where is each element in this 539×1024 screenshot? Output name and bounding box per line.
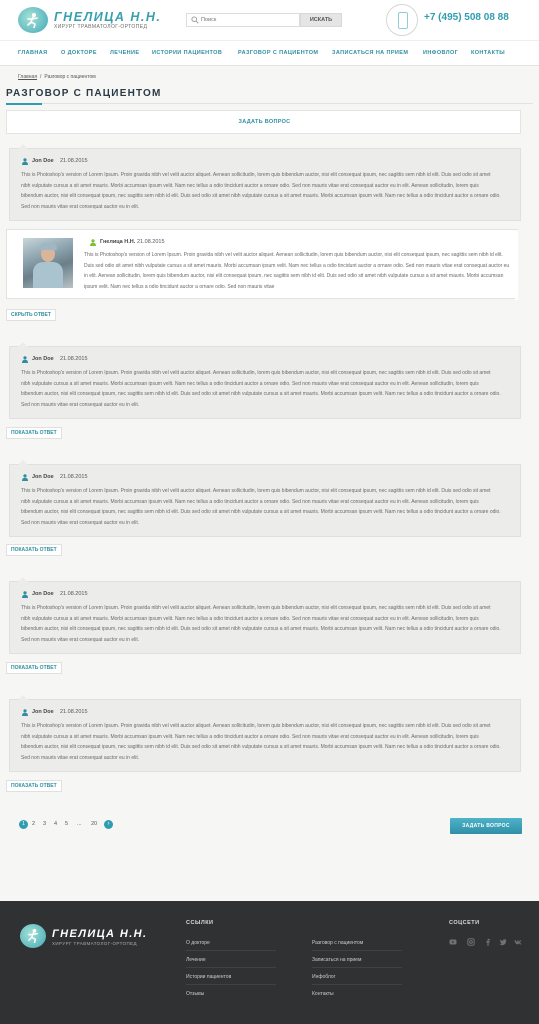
footer-link-treatment[interactable]: Лечение bbox=[186, 957, 206, 963]
brand-tagline: ХИРУРГ ТРАВМАТОЛОГ-ОРТОПЕД bbox=[54, 24, 148, 30]
question-date: 21.08.2015 bbox=[60, 474, 88, 480]
pagination-next-icon[interactable]: › bbox=[104, 820, 113, 829]
user-icon bbox=[22, 158, 28, 165]
footer-link-about[interactable]: О докторе bbox=[186, 940, 210, 946]
question-text: This is Photoshop's version of Lorem Ips… bbox=[21, 488, 501, 526]
nav-item-infoblog[interactable]: ИНФОВЛОГ bbox=[423, 50, 458, 56]
breadcrumb-separator: / bbox=[40, 74, 42, 80]
question-date: 21.08.2015 bbox=[60, 709, 88, 715]
answer-card: Гнелица Н.Н. 21.08.2015 This is Photosho… bbox=[6, 229, 518, 300]
breadcrumb-home-link[interactable]: Главная bbox=[18, 74, 37, 80]
footer-brand-name[interactable]: ГНЕЛИЦА Н.Н. bbox=[52, 928, 147, 940]
phone-icon bbox=[386, 4, 418, 36]
vk-icon[interactable] bbox=[514, 938, 522, 946]
page-title: РАЗГОВОР С ПАЦИЕНТОМ bbox=[6, 88, 162, 99]
hide-answer-button[interactable]: СКРЫТЬ ОТВЕТ bbox=[6, 309, 56, 321]
question-text: This is Photoshop's version of Lorem Ips… bbox=[21, 723, 501, 761]
doctor-photo bbox=[23, 238, 73, 288]
answer-date: 21.08.2015 bbox=[137, 239, 165, 245]
pagination-page[interactable]: 4 bbox=[54, 821, 57, 827]
nav-item-appointment[interactable]: ЗАПИСАТЬСЯ НА ПРИЕМ bbox=[332, 50, 408, 56]
footer-link-contacts[interactable]: Контакты bbox=[312, 991, 334, 997]
question-date: 21.08.2015 bbox=[60, 591, 88, 597]
ask-question-button[interactable]: ЗАДАТЬ ВОПРОС bbox=[450, 818, 522, 834]
footer-link-stories[interactable]: Истории пациентов bbox=[186, 974, 231, 980]
show-answer-button[interactable]: ПОКАЗАТЬ ОТВЕТ bbox=[6, 427, 62, 439]
twitter-icon[interactable] bbox=[499, 938, 507, 946]
footer-link-reviews[interactable]: Отзывы bbox=[186, 991, 204, 997]
runner-figure-icon bbox=[28, 929, 38, 943]
question-text: This is Photoshop's version of Lorem Ips… bbox=[21, 605, 501, 643]
user-icon bbox=[22, 474, 28, 481]
nav-item-home[interactable]: ГЛАВНАЯ bbox=[18, 50, 47, 56]
question-author: Jon Doe bbox=[32, 709, 54, 715]
footer-brand-tagline: ХИРУРГ ТРАВМАТОЛОГ-ОРТОПЕД bbox=[52, 941, 137, 946]
ask-question-bar[interactable]: ЗАДАТЬ ВОПРОС bbox=[6, 110, 521, 134]
nav-item-conversation[interactable]: РАЗГОВОР С ПАЦИЕНТОМ bbox=[238, 50, 318, 56]
nav-item-stories[interactable]: ИСТОРИИ ПАЦИЕНТОВ bbox=[152, 50, 222, 56]
ask-question-bar-label[interactable]: ЗАДАТЬ ВОПРОС bbox=[7, 119, 522, 125]
search-box[interactable] bbox=[186, 13, 300, 27]
footer-logo-icon[interactable] bbox=[20, 924, 46, 948]
footer-link-conversation[interactable]: Разговор с пациентом bbox=[312, 940, 363, 946]
user-icon bbox=[22, 709, 28, 716]
pagination-ellipsis: ... bbox=[77, 821, 82, 827]
logo-icon[interactable] bbox=[18, 7, 48, 33]
question-date: 21.08.2015 bbox=[60, 158, 88, 164]
runner-figure-icon bbox=[27, 13, 38, 28]
youtube-icon[interactable] bbox=[449, 938, 457, 946]
main-nav: ГЛАВНАЯ О ДОКТОРЕ ЛЕЧЕНИЕ ИСТОРИИ ПАЦИЕН… bbox=[0, 40, 539, 66]
footer-social-heading: СОЦСЕТИ bbox=[449, 920, 480, 926]
answer-author: Гнелица Н.Н. bbox=[100, 239, 136, 245]
question-author: Jon Doe bbox=[32, 356, 54, 362]
show-answer-button[interactable]: ПОКАЗАТЬ ОТВЕТ bbox=[6, 544, 62, 556]
site-header: ГНЕЛИЦА Н.Н. ХИРУРГ ТРАВМАТОЛОГ-ОРТОПЕД … bbox=[0, 0, 539, 40]
footer-link-appointment[interactable]: Записаться на прием bbox=[312, 957, 361, 963]
pagination-last[interactable]: 20 bbox=[91, 821, 97, 827]
title-divider bbox=[6, 103, 533, 104]
facebook-icon[interactable] bbox=[484, 938, 492, 946]
breadcrumb: Главная / Разговор с пациентом bbox=[18, 74, 96, 80]
pagination-page[interactable]: 2 bbox=[32, 821, 35, 827]
breadcrumb-current: Разговор с пациентом bbox=[44, 74, 96, 80]
brand-name[interactable]: ГНЕЛИЦА Н.Н. bbox=[54, 10, 161, 24]
question-author: Jon Doe bbox=[32, 591, 54, 597]
nav-item-about[interactable]: О ДОКТОРЕ bbox=[61, 50, 97, 56]
show-answer-button[interactable]: ПОКАЗАТЬ ОТВЕТ bbox=[6, 662, 62, 674]
question-date: 21.08.2015 bbox=[60, 356, 88, 362]
show-answer-button[interactable]: ПОКАЗАТЬ ОТВЕТ bbox=[6, 780, 62, 792]
answer-text: This is Photoshop's version of Lorem Ips… bbox=[84, 252, 510, 290]
footer-link-infoblog[interactable]: Инфоблог bbox=[312, 974, 335, 980]
search-icon bbox=[191, 16, 199, 24]
pagination-page[interactable]: 3 bbox=[43, 821, 46, 827]
user-icon bbox=[22, 591, 28, 598]
question-author: Jon Doe bbox=[32, 158, 54, 164]
footer-links-heading: ССЫЛКИ bbox=[186, 920, 214, 926]
phone-number[interactable]: +7 (495) 508 08 88 bbox=[424, 12, 509, 23]
pagination-current[interactable]: 1 bbox=[19, 820, 28, 829]
title-underline bbox=[6, 103, 42, 105]
question-text: This is Photoshop's version of Lorem Ips… bbox=[21, 370, 501, 408]
user-icon bbox=[22, 356, 28, 363]
doctor-user-icon bbox=[90, 239, 96, 246]
pagination-page[interactable]: 5 bbox=[65, 821, 68, 827]
question-author: Jon Doe bbox=[32, 474, 54, 480]
instagram-icon[interactable] bbox=[467, 938, 475, 946]
search-button[interactable]: ИСКАТЬ bbox=[300, 13, 342, 27]
search-input[interactable] bbox=[201, 14, 299, 26]
question-text: This is Photoshop's version of Lorem Ips… bbox=[21, 172, 501, 210]
nav-item-treatment[interactable]: ЛЕЧЕНИЕ bbox=[110, 50, 139, 56]
nav-item-contacts[interactable]: КОНТАКТЫ bbox=[471, 50, 505, 56]
